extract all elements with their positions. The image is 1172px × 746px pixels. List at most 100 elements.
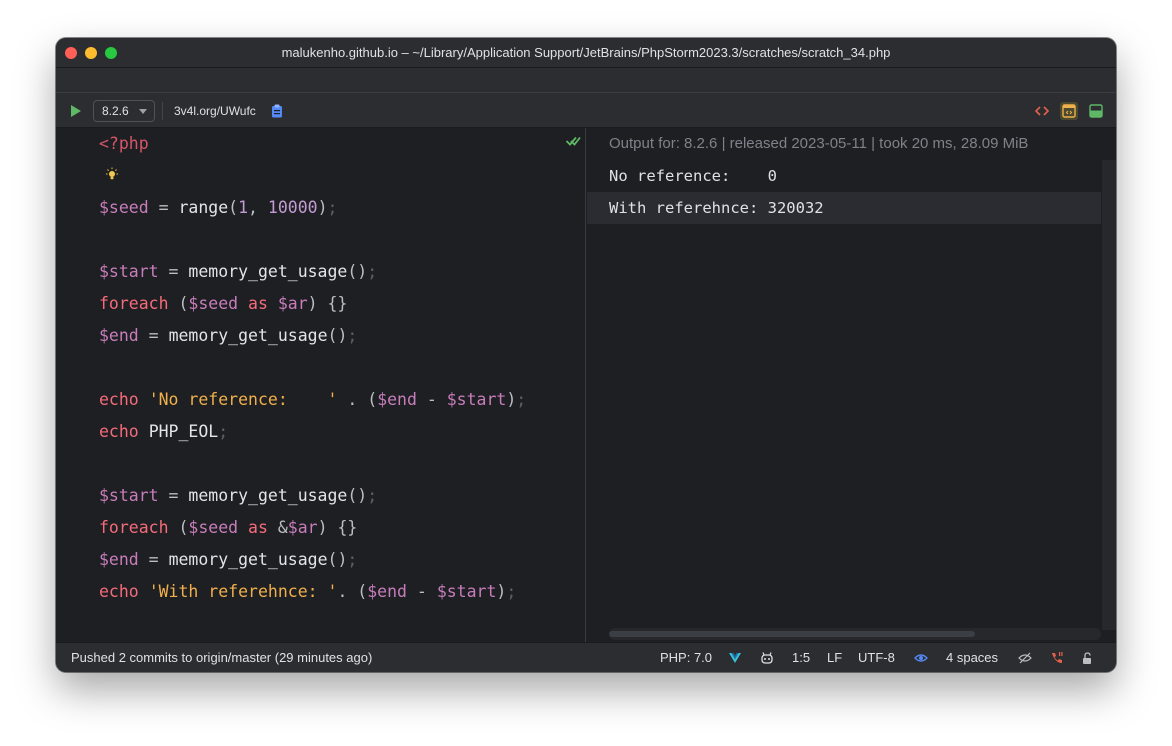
lock-open-icon[interactable] (1080, 651, 1094, 665)
token-variable: $start (446, 390, 507, 409)
code-line-15: echo 'With referehnce: '. ($end - $start… (99, 576, 516, 608)
token-keyword: foreach (99, 294, 169, 313)
token-paren: ) (317, 198, 328, 217)
token-operator: = (158, 262, 189, 281)
token-semicolon: ; (218, 422, 229, 441)
clipboard-icon[interactable] (271, 104, 283, 118)
token-variable: $ar (277, 294, 308, 313)
token-semicolon: ; (367, 262, 378, 281)
output-vertical-scrollbar[interactable] (1102, 160, 1116, 630)
toolbar-divider (162, 102, 163, 120)
tab-strip (56, 68, 1116, 92)
scrollbar-thumb[interactable] (609, 631, 975, 637)
token-keyword: as (238, 518, 278, 537)
token-variable: $seed (188, 294, 239, 313)
token-function: memory_get_usage (168, 326, 328, 345)
token-paren: ( (168, 294, 189, 313)
lightbulb-icon[interactable] (105, 167, 119, 183)
no-inspections-icon[interactable] (1018, 651, 1032, 665)
code-line-14: $end = memory_get_usage(); (99, 544, 357, 576)
token-semicolon: ; (347, 550, 358, 569)
token-brace: ) {} (317, 518, 358, 537)
output-panel[interactable]: Output for: 8.2.6 | released 2023-05-11 … (587, 128, 1116, 642)
token-paren: ( (228, 198, 239, 217)
token-paren: () (347, 262, 368, 281)
php-version-select[interactable]: 8.2.6 (93, 100, 155, 122)
token-semicolon: ; (367, 486, 378, 505)
status-message[interactable]: Pushed 2 commits to origin/master (29 mi… (71, 643, 372, 672)
token-function: range (178, 198, 229, 217)
token-keyword: echo (99, 582, 139, 601)
token-function: memory_get_usage (168, 550, 328, 569)
token-operator: - (416, 390, 447, 409)
scratch-toolbar: 8.2.6 3v4l.org/UWufc (56, 92, 1116, 128)
token-operator: = (148, 198, 179, 217)
token-variable: $end (99, 550, 139, 569)
token-semicolon: ; (327, 198, 338, 217)
token-string: 'With referehnce: ' (148, 582, 338, 601)
token-variable: $ar (287, 518, 318, 537)
chevron-down-icon (139, 109, 147, 114)
phone-icon[interactable] (1050, 651, 1064, 665)
output-line: With referehnce: 320032 (587, 192, 1101, 224)
token-operator: . ( (337, 390, 378, 409)
checkmark-icon (565, 136, 581, 146)
ide-window: malukenho.github.io – ~/Library/Applicat… (56, 38, 1116, 672)
window-title: malukenho.github.io – ~/Library/Applicat… (281, 45, 891, 60)
code-line-1: <?php (99, 128, 149, 160)
token-number: 1 (238, 198, 249, 217)
token-semicolon: ; (347, 326, 358, 345)
output-horizontal-scrollbar[interactable] (609, 628, 1101, 640)
token-constant: PHP_EOL (148, 422, 219, 441)
token-comma: , (248, 198, 268, 217)
token-number: 10000 (267, 198, 318, 217)
code-editor[interactable]: <?php $seed = range(1, 10000); $start = … (56, 128, 586, 642)
token-paren: () (327, 326, 348, 345)
code-toggle-icon[interactable] (1033, 102, 1051, 120)
code-line-12: $start = memory_get_usage(); (99, 480, 377, 512)
token-variable: $start (99, 486, 159, 505)
token-operator: = (138, 326, 169, 345)
token-operator: = (158, 486, 189, 505)
token-variable: $end (367, 582, 407, 601)
vue-icon[interactable] (728, 651, 742, 665)
token-function: memory_get_usage (188, 262, 348, 281)
token-semicolon: ; (516, 390, 527, 409)
token-brace: ) {} (307, 294, 348, 313)
output-line: No reference: 0 (609, 167, 777, 185)
php-version-value: 8.2.6 (102, 104, 129, 118)
code-line-6: foreach ($seed as $ar) {} (99, 288, 347, 320)
caret-position[interactable]: 1:5 (792, 643, 810, 672)
code-line-10: echo PHP_EOL; (99, 416, 228, 448)
token-paren: ) (506, 390, 517, 409)
token-paren: ( (168, 518, 189, 537)
title-bar[interactable]: malukenho.github.io – ~/Library/Applicat… (56, 38, 1116, 68)
ai-assistant-icon[interactable] (760, 651, 774, 665)
code-line-13: foreach ($seed as &$ar) {} (99, 512, 357, 544)
output-panel-icon[interactable] (1087, 102, 1105, 120)
token-string: 'No reference: ' (148, 390, 338, 409)
token-keyword: echo (99, 390, 139, 409)
token-function: memory_get_usage (188, 486, 348, 505)
eye-icon[interactable] (914, 651, 928, 665)
token-variable: $start (99, 262, 159, 281)
file-encoding[interactable]: UTF-8 (858, 643, 895, 672)
share-link[interactable]: 3v4l.org/UWufc (174, 100, 256, 122)
token-paren: ) (496, 582, 507, 601)
token-variable: $seed (99, 198, 149, 217)
token-keyword: echo (99, 422, 139, 441)
token-semicolon: ; (506, 582, 517, 601)
indent-setting[interactable]: 4 spaces (946, 643, 998, 672)
token-keyword: foreach (99, 518, 169, 537)
code-line-5: $start = memory_get_usage(); (99, 256, 377, 288)
line-separator[interactable]: LF (827, 643, 842, 672)
php-language-level[interactable]: PHP: 7.0 (660, 643, 712, 672)
split-view-icon[interactable] (1060, 102, 1078, 120)
run-icon[interactable] (70, 104, 82, 118)
token-paren: () (347, 486, 368, 505)
token-variable: $end (99, 326, 139, 345)
token-ampersand: & (277, 518, 288, 537)
